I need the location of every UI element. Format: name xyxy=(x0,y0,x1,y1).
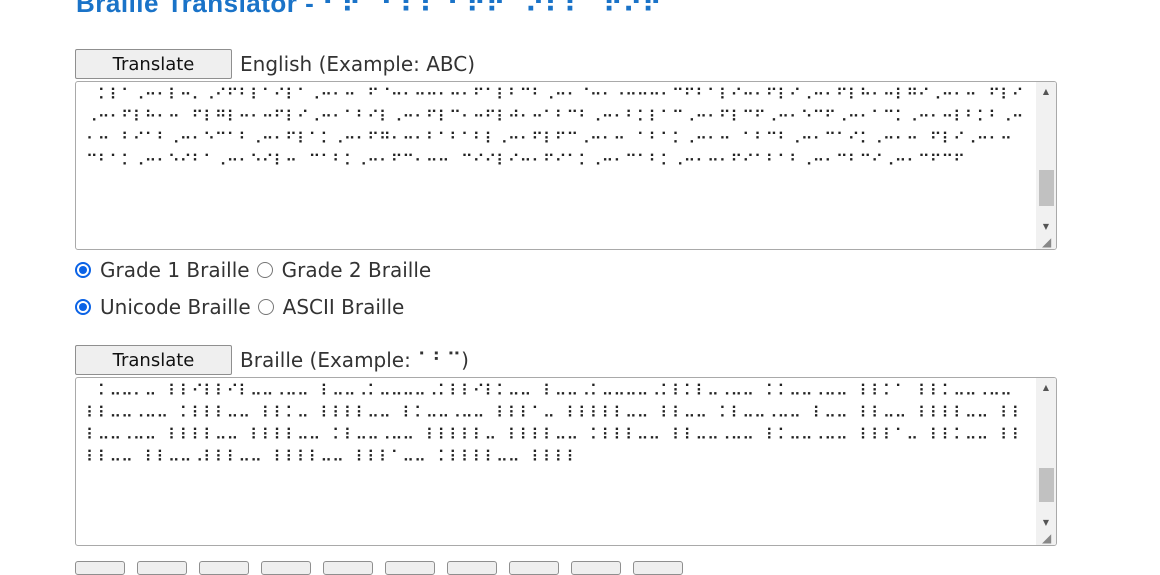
unicode-radio[interactable] xyxy=(75,299,91,315)
scroll-up-icon[interactable]: ▲ xyxy=(1036,84,1056,100)
grade1-radio[interactable] xyxy=(75,262,91,278)
english-scroll-thumb[interactable] xyxy=(1039,170,1054,206)
grade2-radio[interactable] xyxy=(256,262,273,278)
english-textarea[interactable]: ⠀⠅⠇⠁⠠⠒⠂⠇⠒⠄⠠⠊⠋⠃⠇⠁⠊⠇⠁⠠⠒⠂⠒⠀⠋⠈⠒⠂⠒⠒⠂⠒⠂⠋⠁⠇⠃⠉⠃⠠… xyxy=(75,81,1057,250)
keypad-button[interactable] xyxy=(385,561,435,575)
grade1-label[interactable]: Grade 1 Braille xyxy=(100,258,250,282)
scroll-up-icon[interactable]: ▲ xyxy=(1036,380,1056,396)
resize-handle-icon[interactable]: ◢ xyxy=(1042,236,1054,248)
translate-english-button[interactable]: Translate xyxy=(75,49,232,79)
ascii-label[interactable]: ASCII Braille xyxy=(283,295,405,319)
grade-radio-group: Grade 1 Braille Grade 2 Braille xyxy=(75,258,438,282)
translate-braille-button[interactable]: Translate xyxy=(75,345,232,375)
english-scrollbar[interactable]: ▲ ▼ xyxy=(1036,82,1056,249)
braille-textarea-content[interactable]: ⠀⠅⠤⠤⠄⠤⠀⠇⠇⠊⠇⠇⠊⠇⠤⠤⠠⠤⠤⠀⠇⠤⠤⠠⠅⠤⠤⠤⠤⠠⠅⠇⠇⠊⠇⠅⠤⠤⠀⠇… xyxy=(86,380,1030,543)
resize-handle-icon[interactable]: ◢ xyxy=(1042,532,1054,544)
scroll-down-icon[interactable]: ▼ xyxy=(1036,515,1056,531)
scroll-down-icon[interactable]: ▼ xyxy=(1036,219,1056,235)
encoding-radio-group: Unicode Braille ASCII Braille xyxy=(75,295,411,319)
english-textarea-content[interactable]: ⠀⠅⠇⠁⠠⠒⠂⠇⠒⠄⠠⠊⠋⠃⠇⠁⠊⠇⠁⠠⠒⠂⠒⠀⠋⠈⠒⠂⠒⠒⠂⠒⠂⠋⠁⠇⠃⠉⠃⠠… xyxy=(86,84,1030,247)
braille-label: Braille (Example: ⠁⠃⠉) xyxy=(240,348,469,372)
braille-scrollbar[interactable]: ▲ ▼ xyxy=(1036,378,1056,545)
keypad-button[interactable] xyxy=(447,561,497,575)
keypad-button[interactable] xyxy=(199,561,249,575)
keypad-button[interactable] xyxy=(261,561,311,575)
grade2-label[interactable]: Grade 2 Braille xyxy=(282,258,432,282)
keypad-button[interactable] xyxy=(323,561,373,575)
keypad-button[interactable] xyxy=(571,561,621,575)
keypad-button[interactable] xyxy=(509,561,559,575)
keypad-button[interactable] xyxy=(137,561,187,575)
page-title: Braille Translator - ⠃⠗⠁⠊⠇⠇⠑ ⠞⠗⠁⠝⠎⠇⠁⠞⠕⠗ xyxy=(76,0,662,18)
english-label: English (Example: ABC) xyxy=(240,52,476,76)
unicode-label[interactable]: Unicode Braille xyxy=(100,295,251,319)
braille-scroll-thumb[interactable] xyxy=(1039,468,1054,502)
english-toolbar: Translate English (Example: ABC) xyxy=(75,49,475,79)
keypad-button[interactable] xyxy=(75,561,125,575)
braille-textarea[interactable]: ⠀⠅⠤⠤⠄⠤⠀⠇⠇⠊⠇⠇⠊⠇⠤⠤⠠⠤⠤⠀⠇⠤⠤⠠⠅⠤⠤⠤⠤⠠⠅⠇⠇⠊⠇⠅⠤⠤⠀⠇… xyxy=(75,377,1057,546)
keypad-button[interactable] xyxy=(633,561,683,575)
ascii-radio[interactable] xyxy=(257,299,274,315)
braille-toolbar: Translate Braille (Example: ⠁⠃⠉) xyxy=(75,345,469,375)
